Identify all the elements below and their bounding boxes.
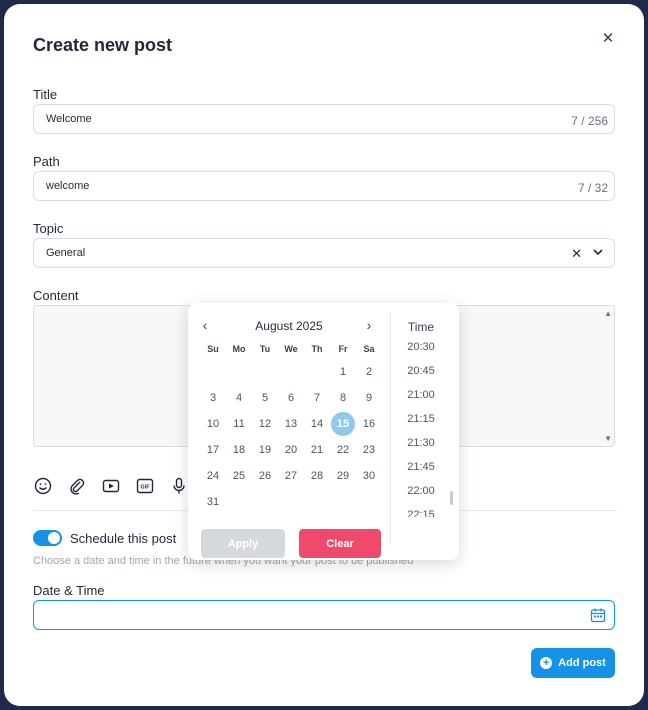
microphone-icon[interactable]: [169, 476, 189, 496]
calendar-day[interactable]: 1: [330, 359, 356, 385]
time-option[interactable]: 22:15: [391, 503, 451, 517]
calendar-month-label: August 2025: [255, 319, 323, 333]
title-label: Title: [33, 87, 58, 102]
calendar-days-grid: 1 2 3 4 5 6 7 8 9 10 11 12 13 14 15 16 17 18 19 20 21 22 23 24 2…: [200, 359, 382, 515]
calendar-day[interactable]: 7: [304, 385, 330, 411]
calendar-day[interactable]: 17: [200, 437, 226, 463]
create-post-modal: Create new post ✕ Title Welcome 7 / 256 …: [4, 4, 644, 706]
datepicker-popover: ‹ August 2025 › Su Mo Tu We Th Fr Sa 123456789…: [188, 303, 459, 560]
path-input-value: welcome: [46, 180, 90, 192]
emoji-icon[interactable]: [33, 476, 53, 496]
calendar-day[interactable]: 14: [304, 411, 330, 437]
calendar-day[interactable]: 30: [356, 463, 382, 489]
scroll-down-arrow-icon[interactable]: ▼: [604, 434, 612, 443]
calendar-day[interactable]: 13: [278, 411, 304, 437]
calendar-day[interactable]: 3: [200, 385, 226, 411]
weekday-label: Tu: [259, 344, 271, 354]
time-option[interactable]: 21:00: [391, 383, 451, 407]
next-month-icon[interactable]: ›: [361, 317, 377, 333]
content-toolbar: GIF: [33, 476, 189, 496]
time-option[interactable]: 21:30: [391, 431, 451, 455]
calendar-day[interactable]: 23: [356, 437, 382, 463]
add-post-button[interactable]: + Add post: [531, 648, 615, 678]
calendar-day[interactable]: 25: [226, 463, 252, 489]
calendar-empty-cell: [304, 359, 330, 385]
svg-text:GIF: GIF: [140, 485, 150, 491]
weekday-label: Fr: [338, 344, 348, 354]
title-input[interactable]: Welcome 7 / 256: [33, 104, 615, 134]
title-input-value: Welcome: [46, 113, 92, 125]
calendar-day[interactable]: 20: [278, 437, 304, 463]
calendar-day[interactable]: 26: [252, 463, 278, 489]
gif-icon[interactable]: GIF: [135, 476, 155, 496]
topic-select[interactable]: General ✕: [33, 238, 615, 268]
apply-button[interactable]: Apply: [201, 529, 285, 558]
calendar-day[interactable]: 12: [252, 411, 278, 437]
weekday-label: We: [284, 344, 298, 354]
chevron-down-icon[interactable]: [592, 246, 604, 262]
time-option[interactable]: 20:45: [391, 359, 451, 383]
topic-select-value: General: [46, 247, 86, 259]
calendar-day[interactable]: 10: [200, 411, 226, 437]
time-option[interactable]: 21:15: [391, 407, 451, 431]
calendar-empty-cell: [252, 359, 278, 385]
weekday-label: Sa: [363, 344, 375, 354]
calendar-day[interactable]: 6: [278, 385, 304, 411]
time-list-scrollbar[interactable]: [450, 491, 453, 505]
time-option[interactable]: 20:30: [391, 335, 451, 359]
time-panel: Time 20:30 20:45 21:00 21:15 21:30 21:45 22:00…: [391, 303, 459, 560]
path-char-counter: 7 / 32: [577, 181, 608, 195]
title-char-counter: 7 / 256: [571, 114, 608, 128]
calendar-day-selected[interactable]: 15: [330, 411, 356, 437]
calendar-day[interactable]: 4: [226, 385, 252, 411]
modal-title: Create new post: [33, 35, 173, 55]
calendar-empty-cell: [200, 359, 226, 385]
calendar-day[interactable]: 9: [356, 385, 382, 411]
calendar-day[interactable]: 22: [330, 437, 356, 463]
calendar-empty-cell: [226, 359, 252, 385]
calendar-day[interactable]: 24: [200, 463, 226, 489]
topic-label: Topic: [33, 221, 64, 236]
path-label: Path: [33, 154, 60, 169]
calendar-day[interactable]: 21: [304, 437, 330, 463]
calendar-day[interactable]: 2: [356, 359, 382, 385]
weekday-label: Mo: [232, 344, 246, 354]
calendar-day[interactable]: 18: [226, 437, 252, 463]
calendar-panel: ‹ August 2025 › Su Mo Tu We Th Fr Sa 123456789…: [188, 303, 390, 560]
calendar-day[interactable]: 31: [200, 489, 226, 515]
toggle-knob: [48, 532, 60, 544]
weekday-label: Su: [207, 344, 219, 354]
add-post-label: Add post: [558, 657, 606, 669]
calendar-day[interactable]: 28: [304, 463, 330, 489]
calendar-empty-cell: [278, 359, 304, 385]
calendar-icon[interactable]: [590, 607, 606, 623]
time-option[interactable]: 22:00: [391, 479, 451, 503]
datetime-input[interactable]: [33, 600, 615, 630]
scroll-up-arrow-icon[interactable]: ▲: [604, 309, 612, 318]
time-title: Time: [407, 320, 435, 334]
clear-button[interactable]: Clear: [299, 529, 381, 558]
content-label: Content: [33, 288, 79, 303]
weekday-header: Su Mo Tu We Th Fr Sa: [200, 344, 382, 354]
clear-selection-icon[interactable]: ✕: [571, 246, 582, 262]
calendar-day[interactable]: 11: [226, 411, 252, 437]
close-icon[interactable]: ✕: [600, 31, 616, 47]
schedule-toggle[interactable]: [33, 530, 62, 546]
datetime-label: Date & Time: [33, 583, 105, 598]
video-icon[interactable]: [101, 476, 121, 496]
calendar-day[interactable]: 19: [252, 437, 278, 463]
calendar-day[interactable]: 29: [330, 463, 356, 489]
calendar-day[interactable]: 5: [252, 385, 278, 411]
calendar-day[interactable]: 27: [278, 463, 304, 489]
time-option[interactable]: 21:45: [391, 455, 451, 479]
weekday-label: Th: [311, 344, 323, 354]
attachment-icon[interactable]: [67, 476, 87, 496]
calendar-day[interactable]: 16: [356, 411, 382, 437]
plus-circle-icon: +: [540, 657, 553, 669]
path-input[interactable]: welcome 7 / 32: [33, 171, 615, 201]
calendar-day[interactable]: 8: [330, 385, 356, 411]
time-list[interactable]: 20:30 20:45 21:00 21:15 21:30 21:45 22:00 22:15: [391, 335, 451, 517]
schedule-toggle-label: Schedule this post: [70, 531, 177, 546]
